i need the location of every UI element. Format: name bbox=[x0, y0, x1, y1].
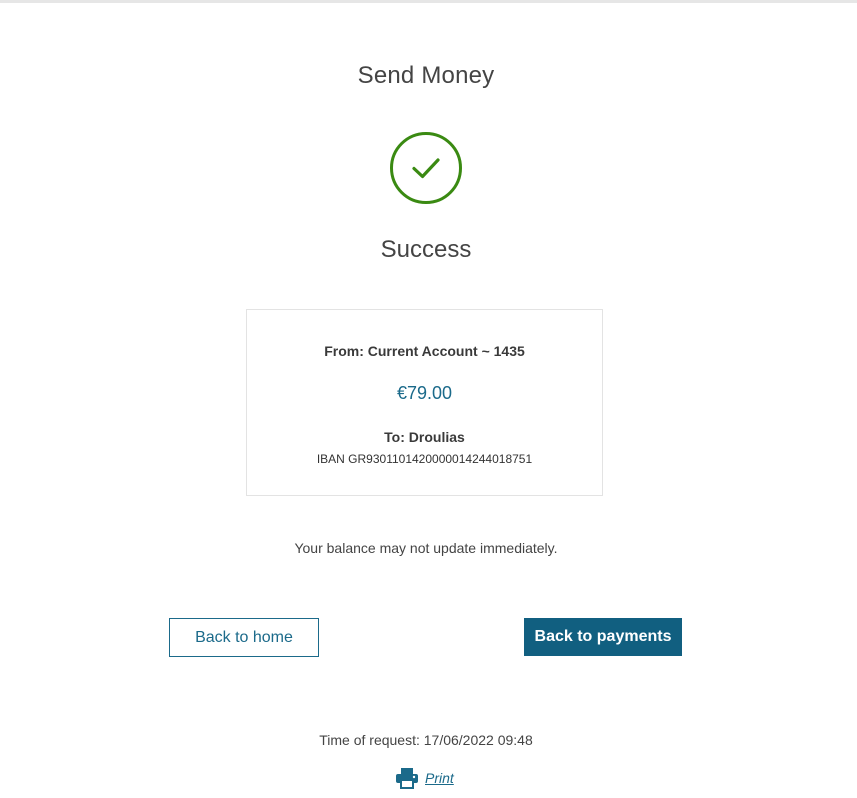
time-of-request: Time of request: 17/06/2022 09:48 bbox=[319, 732, 533, 748]
top-divider bbox=[0, 0, 857, 3]
page-title: Send Money bbox=[357, 62, 495, 89]
recipient-name: To: Droulias bbox=[384, 429, 465, 445]
printer-icon bbox=[396, 768, 418, 789]
print-label[interactable]: Print bbox=[425, 770, 454, 786]
transfer-summary-card: From: Current Account ~ 1435 €79.00 To: … bbox=[246, 309, 603, 496]
balance-note: Your balance may not update immediately. bbox=[294, 540, 558, 556]
back-to-home-button[interactable]: Back to home bbox=[169, 618, 319, 657]
check-circle-icon bbox=[390, 132, 462, 204]
success-heading: Success bbox=[380, 236, 472, 263]
recipient-iban: IBAN GR9301101420000014244018751 bbox=[316, 452, 533, 466]
print-link[interactable]: Print bbox=[395, 766, 454, 790]
from-account: From: Current Account ~ 1435 bbox=[324, 343, 525, 359]
back-to-payments-button[interactable]: Back to payments bbox=[524, 618, 682, 656]
transfer-amount: €79.00 bbox=[396, 383, 453, 403]
